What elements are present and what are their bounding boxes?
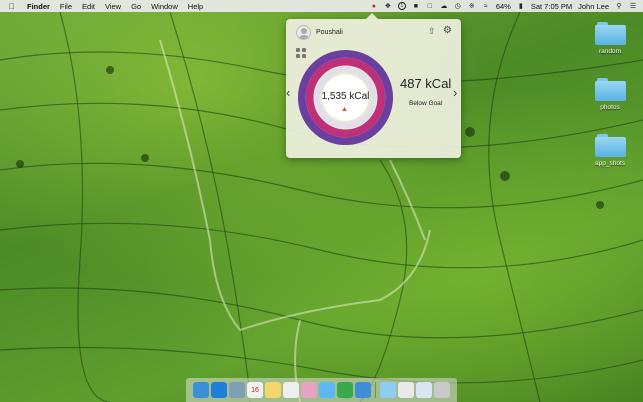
dock-preview-icon[interactable] — [398, 382, 414, 398]
dock-trash-icon[interactable] — [434, 382, 450, 398]
dock-photos-icon[interactable] — [301, 382, 317, 398]
menu-file[interactable]: File — [60, 2, 72, 11]
skype-icon[interactable]: ■ — [412, 2, 420, 10]
dock-xcode-icon[interactable] — [355, 382, 371, 398]
dock-notes-icon[interactable] — [265, 382, 281, 398]
user-name[interactable]: John Lee — [578, 2, 609, 11]
dock-messages-icon[interactable] — [319, 382, 335, 398]
desktop-folder-random[interactable]: random — [582, 22, 638, 55]
docs-icon[interactable]: □ — [426, 2, 434, 10]
dock-facetime-icon[interactable] — [337, 382, 353, 398]
desktop-folder-label: photos — [600, 104, 620, 111]
dropbox-icon[interactable]: ❖ — [384, 2, 392, 10]
desktop-folder-label: random — [598, 48, 622, 55]
menu-view[interactable]: View — [105, 2, 121, 11]
avatar[interactable] — [296, 25, 311, 40]
dock-separator — [375, 382, 376, 398]
menu-bar:  Finder File Edit View Go Window Help ●… — [0, 0, 643, 12]
desktop-folder-label: app_shots — [595, 160, 625, 167]
battery-percent[interactable]: 64% — [496, 2, 511, 11]
dock-folder-icon[interactable] — [380, 382, 396, 398]
menu-help[interactable]: Help — [188, 2, 203, 11]
desktop-folder-app-shots[interactable]: app_shots — [582, 134, 638, 167]
menu-window[interactable]: Window — [151, 2, 178, 11]
dock: 16 — [186, 378, 457, 402]
popover-user-name: Poushali — [316, 29, 343, 36]
gear-icon[interactable]: ⚙ — [443, 25, 452, 36]
share-icon[interactable]: ⇧ — [428, 26, 436, 37]
dock-reminders-icon[interactable] — [283, 382, 299, 398]
wifi-icon[interactable]: ≈ — [482, 2, 490, 10]
remaining-calories: 487 kCal — [400, 76, 452, 91]
battery-icon[interactable]: ▮ — [517, 2, 525, 10]
time-machine-icon[interactable]: ◷ — [454, 2, 462, 10]
status-area: ● ❖ 1 ■ □ ☁ ◷ ※ ≈ 64% ▮ Sat 7:05 PM John… — [370, 0, 637, 12]
dock-calendar-icon[interactable]: 16 — [247, 382, 263, 398]
calorie-app-status-icon[interactable]: ● — [370, 2, 378, 10]
menu-edit[interactable]: Edit — [82, 2, 95, 11]
folder-icon — [594, 134, 626, 157]
chevron-left-icon[interactable]: ‹ — [286, 85, 290, 100]
food-icon: ▲ — [341, 106, 348, 113]
spotlight-search-icon[interactable]: ⚲ — [615, 2, 623, 10]
clock[interactable]: Sat 7:05 PM — [531, 2, 572, 11]
bluetooth-icon[interactable]: ※ — [468, 2, 476, 10]
apple-menu-icon[interactable]:  — [9, 2, 19, 11]
calorie-popover: Poushali ⇧ ⚙ ‹ › 1,535 kCal ▲ 487 kCal B… — [286, 13, 461, 158]
desktop-folder-photos[interactable]: photos — [582, 78, 638, 111]
folder-icon — [594, 22, 626, 45]
menu-app-name[interactable]: Finder — [27, 2, 50, 11]
goal-status: Below Goal — [409, 100, 443, 107]
chevron-right-icon[interactable]: › — [453, 85, 457, 100]
dock-safari-icon[interactable] — [211, 382, 227, 398]
dock-mail-icon[interactable] — [229, 382, 245, 398]
cloud-icon[interactable]: ☁ — [440, 2, 448, 10]
dock-document-icon[interactable] — [416, 382, 432, 398]
menu-go[interactable]: Go — [131, 2, 141, 11]
notification-center-icon[interactable]: ☰ — [629, 2, 637, 10]
calories-consumed: 1,535 kCal — [321, 91, 370, 102]
onepassword-icon[interactable]: 1 — [397, 2, 406, 10]
folder-icon — [594, 78, 626, 101]
dock-finder-icon[interactable] — [193, 382, 209, 398]
